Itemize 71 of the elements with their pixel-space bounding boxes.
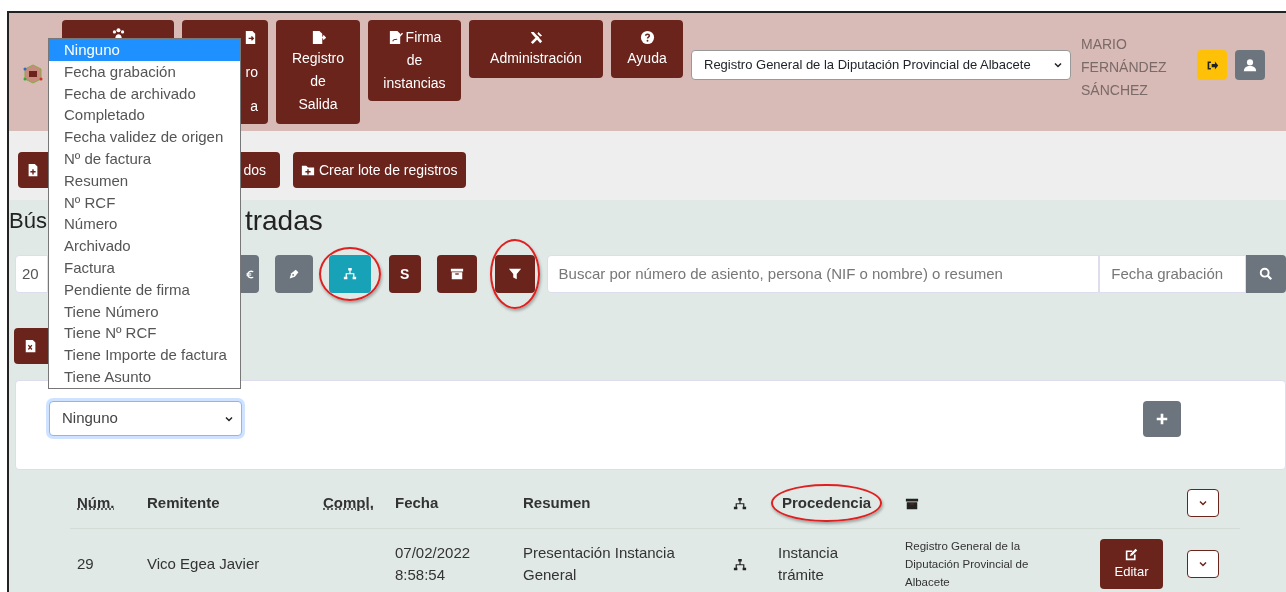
office-select[interactable]: Registro General de la Diputación Provincial de Albacete xyxy=(691,50,1071,80)
dropdown-option[interactable]: Fecha grabación xyxy=(49,60,240,83)
document-icon xyxy=(243,30,258,45)
year-field[interactable]: 20 xyxy=(15,255,48,293)
app-logo[interactable] xyxy=(22,63,44,85)
search-button[interactable] xyxy=(1246,255,1286,293)
logout-icon xyxy=(1205,58,1219,72)
column-header: Procedencia xyxy=(782,492,872,513)
toolbar-button[interactable] xyxy=(494,255,535,293)
hierarchy-icon xyxy=(733,558,747,573)
hierarchy-icon xyxy=(342,267,357,281)
column-header: Fecha xyxy=(395,493,439,511)
table-cell-text: Vico Egea Javier xyxy=(147,554,261,574)
logout-button[interactable] xyxy=(1197,50,1227,80)
archive-icon xyxy=(449,267,464,281)
dropdown-option[interactable]: Tiene Importe de factura xyxy=(49,344,240,366)
edit-button[interactable]: Editar xyxy=(1100,539,1163,590)
toolbar-button[interactable] xyxy=(436,255,477,293)
help-icon xyxy=(639,30,655,45)
nav-button[interactable]: Firma de instancias xyxy=(368,20,461,101)
search-icon xyxy=(1259,267,1273,281)
search-field[interactable]: Buscar por número de asiento, persona (NIF o nombre) o resumen xyxy=(546,255,1100,293)
nav-button[interactable]: Ayuda xyxy=(611,20,683,78)
dropdown-option[interactable]: Factura xyxy=(49,256,240,279)
document-plus-icon xyxy=(26,163,40,177)
user-button[interactable] xyxy=(1235,50,1265,80)
edit-icon xyxy=(1125,547,1138,561)
column-header: Núm. xyxy=(77,493,115,511)
column-header: Resumen xyxy=(523,493,591,511)
dropdown-option[interactable]: Nº de factura xyxy=(49,148,240,170)
dropdown-option[interactable]: Archivado xyxy=(49,235,240,257)
nav-button[interactable]: Registro de Salida xyxy=(276,20,360,124)
table-cell-text: Presentación Instancia General xyxy=(523,542,676,586)
title-fragment: tradas xyxy=(244,204,323,238)
title-fragment: Bús xyxy=(9,207,47,235)
spreadsheet-icon xyxy=(24,339,38,353)
expand-toggle[interactable] xyxy=(1187,550,1219,579)
signature-icon xyxy=(387,30,403,45)
dropdown-option[interactable]: Tiene Nº RCF xyxy=(49,322,240,345)
table-cell-text: Instancia trámite xyxy=(778,542,840,586)
table-cell-text: 8:58:54 xyxy=(395,565,447,586)
nav-button[interactable]: Administración xyxy=(469,20,603,78)
export-button[interactable] xyxy=(14,328,48,364)
folder-plus-icon xyxy=(301,163,315,177)
dropdown-option[interactable]: Resumen xyxy=(49,169,240,192)
expand-toggle[interactable] xyxy=(1187,488,1219,517)
sort-select[interactable]: Ninguno xyxy=(49,401,242,436)
filter-icon xyxy=(507,267,522,281)
column-header: Remitente xyxy=(147,493,220,511)
dropdown-option[interactable]: Completado xyxy=(49,104,240,127)
dropdown-option[interactable]: Tiene Asunto xyxy=(49,365,240,388)
dropdown-option[interactable]: Tiene Número xyxy=(49,300,240,323)
dropdown-option[interactable]: Fecha validez de origen xyxy=(49,126,240,148)
user-name: MARIO FERNÁNDEZ SÁNCHEZ xyxy=(1081,35,1168,100)
dropdown-option[interactable]: Nº RCF xyxy=(49,191,240,214)
table-cell-text: 07/02/2022 xyxy=(395,542,472,563)
add-button[interactable] xyxy=(1143,401,1181,437)
date-field[interactable]: Fecha grabación xyxy=(1099,255,1247,293)
user-icon xyxy=(1243,58,1257,72)
action-button[interactable]: Crear lote de registros xyxy=(293,152,466,188)
table-cell-text: Registro General de la Diputación Provincial de Albacete xyxy=(905,539,1030,591)
toolbar-button[interactable]: S xyxy=(388,255,421,293)
dropdown-option[interactable]: Fecha de archivado xyxy=(49,82,240,105)
euro-icon xyxy=(244,268,256,280)
table-cell-text: 29 xyxy=(77,554,95,574)
column-header: Compl. xyxy=(323,493,374,511)
tools-icon xyxy=(528,30,544,45)
plus-icon xyxy=(1155,412,1169,426)
document-arrow-icon xyxy=(310,30,326,45)
dropdown-option[interactable]: Pendiente de firma xyxy=(49,278,240,301)
dropdown-option[interactable]: Número xyxy=(49,213,240,236)
